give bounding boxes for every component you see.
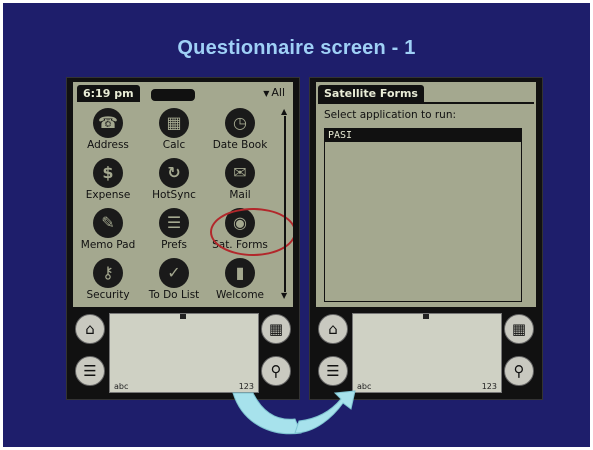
app-label: Expense [85,189,131,201]
app-grid: ☎ Address ▦ Calc ◷ Date Book $ Expense ↻ [75,106,275,306]
app-address[interactable]: ☎ Address [75,106,141,156]
door-icon: ▮ [225,258,255,288]
hotsync-icon: ↻ [159,158,189,188]
clock-display[interactable]: 6:19 pm [77,85,140,102]
slide-title: Questionnaire screen - 1 [177,37,416,59]
graffiti-divider-mark [180,314,186,319]
category-label: All [271,86,285,99]
status-bar: 6:19 pm ▼ All [75,85,291,103]
calc-icon[interactable]: ▦ [504,314,534,344]
find-icon[interactable]: ⚲ [261,356,291,386]
scroll-track [284,116,286,292]
application-list[interactable]: PASI [324,128,522,302]
todo-list-icon: ✓ [159,258,189,288]
graffiti-numbers-label: 123 [481,382,497,391]
app-label: Security [86,289,130,301]
find-icon[interactable]: ⚲ [504,356,534,386]
graffiti-letters-label: abc [114,382,129,391]
graffiti-area[interactable]: abc 123 [352,313,502,393]
app-welcome[interactable]: ▮ Welcome [207,256,273,306]
app-label: Prefs [161,239,187,251]
category-dropdown[interactable]: ▼ All [263,86,285,99]
menu-icon[interactable]: ☰ [318,356,348,386]
silkscreen-area: ⌂ ☰ abc 123 ▦ ⚲ [73,311,293,395]
app-prefs[interactable]: ☰ Prefs [141,206,207,256]
scroll-down-arrow-icon[interactable]: ▼ [281,292,287,300]
app-label: HotSync [152,189,196,201]
prefs-icon: ☰ [159,208,189,238]
key-icon: ⚷ [93,258,123,288]
app-to-do-list[interactable]: ✓ To Do List [141,256,207,306]
list-item[interactable]: PASI [325,129,521,142]
app-hotsync[interactable]: ↻ HotSync [141,156,207,206]
form-title: Satellite Forms [318,85,424,102]
app-label: Address [87,139,129,151]
expense-icon: $ [93,158,123,188]
silkscreen-area: ⌂ ☰ abc 123 ▦ ⚲ [316,311,536,395]
app-expense[interactable]: $ Expense [75,156,141,206]
calc-icon[interactable]: ▦ [261,314,291,344]
app-date-book[interactable]: ◷ Date Book [207,106,273,156]
datebook-icon: ◷ [225,108,255,138]
app-label: Memo Pad [80,239,136,251]
graffiti-divider-mark [423,314,429,319]
address-icon: ☎ [93,108,123,138]
app-calc[interactable]: ▦ Calc [141,106,207,156]
calc-icon: ▦ [159,108,189,138]
app-label: Mail [229,189,251,201]
battery-icon [151,89,195,101]
dropdown-arrow-icon: ▼ [263,89,270,98]
app-label: Calc [162,139,186,151]
app-security[interactable]: ⚷ Security [75,256,141,306]
launcher-scrollbar[interactable]: ▲ ▼ [281,108,289,300]
home-icon[interactable]: ⌂ [75,314,105,344]
transition-arrow-icon [232,390,356,435]
menu-icon[interactable]: ☰ [75,356,105,386]
memo-pad-icon: ✎ [93,208,123,238]
mail-icon: ✉ [225,158,255,188]
app-mail[interactable]: ✉ Mail [207,156,273,206]
select-prompt: Select application to run: [324,109,457,121]
graffiti-area[interactable]: abc 123 [109,313,259,393]
slide: Questionnaire screen - 1 6:19 pm ▼ All ☎ … [3,3,590,447]
palm-device-launcher: 6:19 pm ▼ All ☎ Address ▦ Calc ◷ Date Boo… [66,77,300,400]
launcher-screen: 6:19 pm ▼ All ☎ Address ▦ Calc ◷ Date Boo… [73,82,293,307]
scroll-up-arrow-icon[interactable]: ▲ [281,108,287,116]
app-label: Welcome [215,289,265,301]
app-label: Date Book [212,139,268,151]
app-label: To Do List [148,289,200,301]
satellite-forms-screen: Satellite Forms Select application to ru… [316,82,536,307]
palm-device-satellite-forms: Satellite Forms Select application to ru… [309,77,543,400]
home-icon[interactable]: ⌂ [318,314,348,344]
title-rule [318,102,534,104]
app-memo-pad[interactable]: ✎ Memo Pad [75,206,141,256]
